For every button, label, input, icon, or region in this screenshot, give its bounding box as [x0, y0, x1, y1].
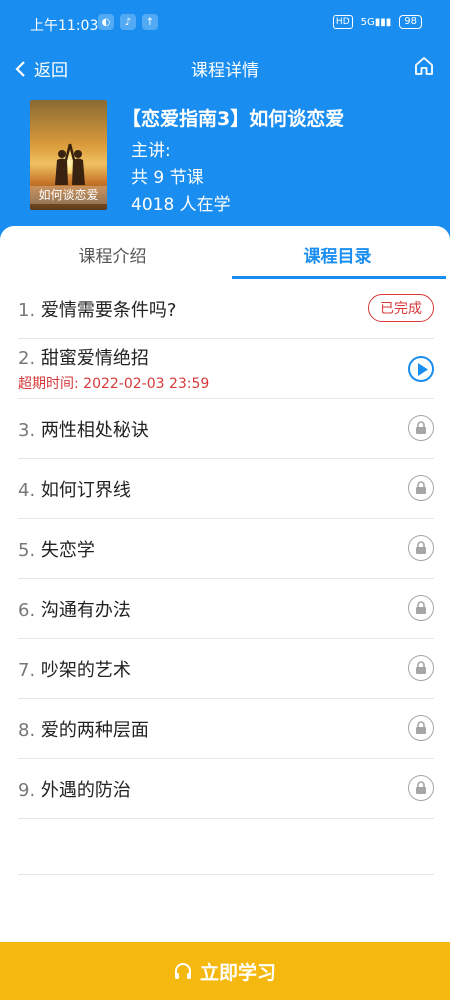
lock-icon: [408, 715, 434, 741]
lesson-title: 5. 失恋学: [18, 540, 95, 561]
course-learner-count: 4018 人在学: [131, 195, 231, 215]
status-bar: 上午11:03 ◐ ♪ ↑ HD 5G▮▮▮ 98: [0, 0, 450, 46]
home-icon[interactable]: [414, 56, 434, 76]
lesson-deadline: 超期时间: 2022-02-03 23:59: [18, 376, 210, 392]
play-icon: [418, 363, 428, 376]
page-title: 课程详情: [191, 61, 259, 81]
lesson-title: 4. 如何订界线: [18, 480, 131, 501]
lesson-title: 3. 两性相处秘诀: [18, 420, 149, 441]
hd-icon: HD: [332, 15, 353, 29]
lesson-item[interactable]: 2. 甜蜜爱情绝招 超期时间: 2022-02-03 23:59: [18, 339, 434, 399]
completed-badge: 已完成: [368, 294, 434, 322]
network-type: 5G: [360, 16, 375, 28]
lock-icon: [408, 475, 434, 501]
lesson-item[interactable]: 5. 失恋学: [18, 519, 434, 579]
play-button[interactable]: [408, 356, 434, 382]
tab-bar: 课程介绍 课程目录: [0, 226, 450, 280]
lesson-title: 2. 甜蜜爱情绝招: [18, 348, 149, 369]
lesson-item[interactable]: 8. 爱的两种层面: [18, 699, 434, 759]
lock-icon: [408, 535, 434, 561]
lesson-title: 7. 吵架的艺术: [18, 660, 131, 681]
active-tab-indicator: [232, 276, 446, 279]
lesson-title: 1. 爱情需要条件吗?: [18, 300, 177, 321]
lesson-item[interactable]: 1. 爱情需要条件吗? 已完成: [18, 280, 434, 339]
course-lesson-count: 共 9 节课: [131, 168, 204, 188]
status-app-icons: ◐ ♪ ↑: [98, 14, 158, 30]
tab-course-catalog[interactable]: 课程目录: [225, 242, 450, 267]
lesson-title: 6. 沟通有办法: [18, 600, 131, 621]
status-right: HD 5G▮▮▮ 98: [332, 15, 422, 29]
start-learning-button[interactable]: 立即学习: [0, 942, 450, 1000]
lock-icon: [408, 595, 434, 621]
tab-course-intro[interactable]: 课程介绍: [0, 242, 225, 267]
signal-icon: 5G▮▮▮: [360, 16, 392, 28]
lock-icon: [408, 415, 434, 441]
lesson-item[interactable]: 3. 两性相处秘诀: [18, 399, 434, 459]
headphones-icon: [174, 963, 191, 979]
couple-silhouette-icon: [55, 143, 85, 185]
course-lecturer: 主讲:: [131, 141, 171, 161]
app-notification-icon: ◐: [98, 14, 114, 30]
course-header: 如何谈恋爱 【恋爱指南3】如何谈恋爱 主讲: 共 9 节课 4018 人在学: [0, 100, 450, 220]
upload-icon: ↑: [142, 14, 158, 30]
nav-bar: 返回 课程详情: [0, 46, 450, 90]
lesson-item[interactable]: 9. 外遇的防治: [18, 759, 434, 819]
battery-icon: 98: [399, 15, 422, 29]
lesson-item[interactable]: 7. 吵架的艺术: [18, 639, 434, 699]
lock-icon: [408, 655, 434, 681]
lesson-item[interactable]: 4. 如何订界线: [18, 459, 434, 519]
lesson-title: 9. 外遇的防治: [18, 780, 131, 801]
course-name: 【恋爱指南3】如何谈恋爱: [122, 108, 345, 130]
cover-title: 如何谈恋爱: [30, 186, 107, 204]
course-cover: 如何谈恋爱: [30, 100, 107, 210]
lesson-title: 8. 爱的两种层面: [18, 720, 149, 741]
divider: [18, 874, 434, 875]
start-learning-label: 立即学习: [199, 961, 276, 984]
tiktok-icon: ♪: [120, 14, 136, 30]
lock-icon: [408, 775, 434, 801]
content-panel: 课程介绍 课程目录 1. 爱情需要条件吗? 已完成 2. 甜蜜爱情绝招 超期时间…: [0, 226, 450, 1000]
lesson-item[interactable]: 6. 沟通有办法: [18, 579, 434, 639]
status-time: 上午11:03: [30, 18, 99, 34]
